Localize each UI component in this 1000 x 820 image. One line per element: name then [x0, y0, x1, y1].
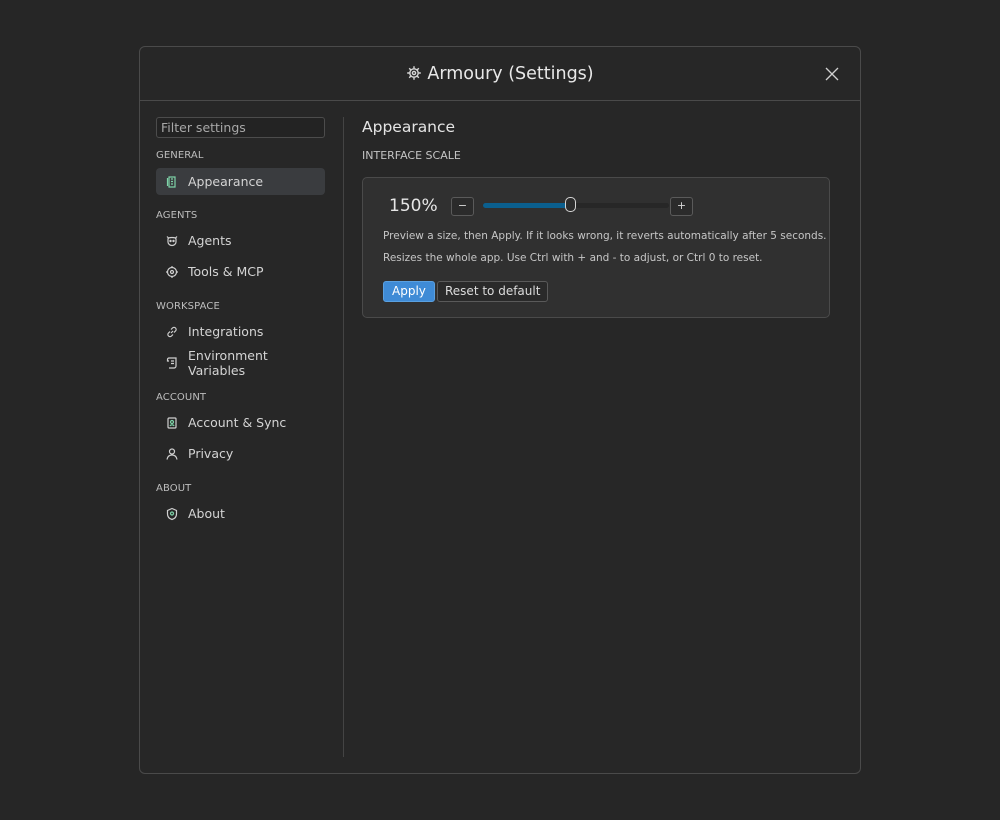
reset-to-default-button[interactable]: Reset to default	[437, 281, 549, 302]
sidebar-item-environment-variables[interactable]: Environment Variables	[156, 347, 325, 378]
sidebar-item-integrations[interactable]: Integrations	[156, 318, 325, 345]
scroll-icon	[165, 356, 179, 370]
sidebar-item-tools-mcp[interactable]: Tools & MCP	[156, 258, 325, 285]
section-label-workspace: WORKSPACE	[156, 301, 220, 312]
link-icon	[165, 325, 179, 339]
slider-thumb[interactable]	[565, 197, 576, 212]
close-button[interactable]	[822, 64, 842, 84]
scale-value: 150%	[389, 196, 438, 216]
interface-scale-panel: 150% − + Preview a size, then Apply. If …	[362, 177, 830, 318]
slider-fill	[483, 203, 570, 208]
scale-slider[interactable]	[483, 197, 669, 212]
increase-scale-button[interactable]: +	[670, 197, 693, 216]
sidebar-item-label: Privacy	[188, 446, 234, 461]
agent-icon	[165, 234, 179, 248]
appearance-icon	[165, 175, 179, 189]
account-sync-icon	[165, 416, 179, 430]
sidebar-item-label: Integrations	[188, 324, 264, 339]
page-title: Appearance	[362, 118, 456, 136]
interface-scale-label: INTERFACE SCALE	[362, 149, 461, 162]
filter-settings-input[interactable]	[156, 117, 325, 138]
section-label-about: ABOUT	[156, 483, 192, 494]
sidebar-divider	[343, 117, 344, 757]
settings-content: Appearance INTERFACE SCALE 150% − + Prev…	[362, 117, 830, 318]
dialog-title: Armoury (Settings)	[427, 63, 594, 84]
sidebar-item-privacy[interactable]: Privacy	[156, 440, 325, 467]
tools-icon	[165, 265, 179, 279]
decrease-scale-button[interactable]: −	[451, 197, 474, 216]
dialog-header: Armoury (Settings)	[140, 47, 860, 101]
sidebar-item-account-sync[interactable]: Account & Sync	[156, 409, 325, 436]
help-text-shortcuts: Resizes the whole app. Use Ctrl with + a…	[383, 252, 763, 264]
section-label-agents: AGENTS	[156, 210, 198, 221]
settings-sidebar: GENERAL Appearance AGENTS Agents	[156, 117, 325, 527]
close-icon	[825, 67, 839, 81]
sidebar-item-about[interactable]: About	[156, 500, 325, 527]
gear-icon	[406, 63, 422, 85]
sidebar-item-label: Agents	[188, 233, 232, 248]
help-text-preview: Preview a size, then Apply. If it looks …	[383, 230, 827, 242]
section-label-account: ACCOUNT	[156, 392, 207, 403]
title-group: Armoury (Settings)	[406, 63, 594, 85]
section-label-general: GENERAL	[156, 150, 204, 161]
settings-dialog: Armoury (Settings) GENERAL Appearance AG…	[139, 46, 861, 774]
sidebar-item-label: Tools & MCP	[188, 264, 264, 279]
person-icon	[165, 447, 179, 461]
sidebar-item-label: About	[188, 506, 225, 521]
sidebar-item-agents[interactable]: Agents	[156, 227, 325, 254]
sidebar-item-appearance[interactable]: Appearance	[156, 168, 325, 195]
sidebar-item-label: Environment Variables	[188, 347, 268, 378]
sidebar-item-label: Appearance	[188, 174, 264, 189]
sidebar-item-label: Account & Sync	[188, 415, 287, 430]
shield-icon	[165, 507, 179, 521]
apply-button[interactable]: Apply	[383, 281, 435, 302]
